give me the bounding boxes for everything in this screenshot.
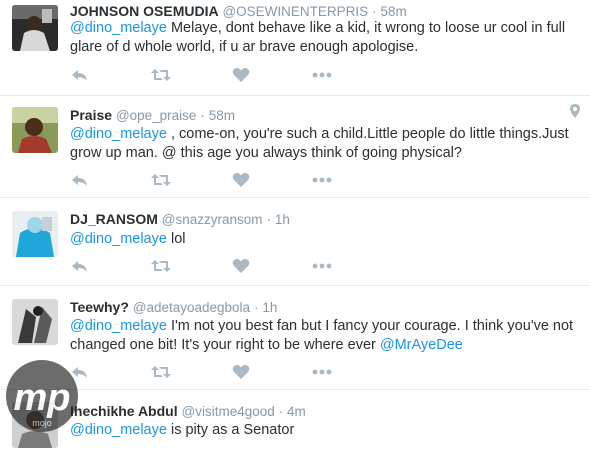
avatar-image (12, 211, 58, 257)
reply-button[interactable] (70, 64, 90, 86)
retweet-button[interactable] (150, 64, 172, 86)
avatar-image (12, 299, 58, 345)
more-button[interactable] (312, 64, 332, 86)
more-button[interactable] (312, 169, 332, 191)
tweet-time[interactable]: 1h (275, 212, 290, 227)
tweet-time[interactable]: 58m (209, 108, 235, 123)
tweet-header: Teewhy? @adetayoadegbola · 1h (70, 298, 277, 317)
retweet-icon (151, 366, 171, 378)
mention-link[interactable]: @dino_melaye (70, 231, 167, 247)
retweet-icon (151, 174, 171, 186)
reply-icon (72, 367, 87, 378)
more-button[interactable] (312, 361, 332, 383)
tweet-item[interactable]: DJ_RANSOM @snazzyransom · 1h @dino_melay… (0, 198, 590, 286)
tweet-header: Ihechikhe Abdul @visitme4good · 4m (70, 402, 306, 421)
separator: · (200, 108, 205, 123)
tweet-body: lol (166, 231, 186, 247)
more-icon (312, 369, 332, 375)
retweet-button[interactable] (150, 361, 172, 383)
tweet-text: @dino_melaye I'm not you best fan but I … (70, 317, 575, 355)
more-icon (312, 72, 332, 78)
user-name[interactable]: DJ_RANSOM (70, 211, 158, 227)
user-handle[interactable]: @ope_praise (116, 108, 197, 123)
mention-link[interactable]: @dino_melaye (70, 422, 167, 438)
user-handle[interactable]: @OSEWINENTERPRIS (222, 4, 368, 19)
avatar[interactable] (12, 211, 58, 257)
tweet-text: @dino_melaye Melaye, dont behave like a … (70, 19, 575, 57)
user-handle[interactable]: @adetayoadegbola (133, 300, 250, 315)
mention-link[interactable]: @dino_melaye (70, 126, 167, 142)
location-icon[interactable] (570, 104, 580, 118)
tweet-text: @dino_melaye , come-on, you're such a ch… (70, 125, 575, 163)
user-name[interactable]: JOHNSON OSEMUDIA (70, 3, 219, 19)
separator: · (253, 300, 259, 315)
avatar-image (12, 5, 58, 51)
tweet-item[interactable]: Ihechikhe Abdul @visitme4good · 4m @dino… (0, 390, 590, 452)
retweet-button[interactable] (150, 255, 172, 277)
reply-icon (72, 70, 87, 81)
tweet-text: @dino_melaye lol (70, 230, 575, 249)
avatar[interactable] (12, 299, 58, 345)
avatar[interactable] (12, 107, 58, 153)
user-name[interactable]: Ihechikhe Abdul (70, 403, 178, 419)
retweet-icon (151, 260, 171, 272)
avatar[interactable] (12, 402, 58, 448)
user-name[interactable]: Praise (70, 107, 112, 123)
heart-icon (232, 68, 250, 82)
reply-button[interactable] (70, 255, 90, 277)
tweet-text: @dino_melaye is pity as a Senator (70, 421, 575, 440)
like-button[interactable] (232, 255, 250, 277)
reply-icon (72, 175, 87, 186)
mention-link[interactable]: @MrAyeDee (380, 337, 463, 353)
tweet-time[interactable]: 58m (380, 4, 406, 19)
user-handle[interactable]: @snazzyransom (162, 212, 263, 227)
user-handle[interactable]: @visitme4good (182, 404, 275, 419)
avatar[interactable] (12, 5, 58, 51)
tweet-item[interactable]: JOHNSON OSEMUDIA @OSEWINENTERPRIS · 58m … (0, 0, 590, 96)
reply-button[interactable] (70, 361, 90, 383)
tweet-item[interactable]: Teewhy? @adetayoadegbola · 1h @dino_mela… (0, 286, 590, 390)
retweet-button[interactable] (150, 169, 172, 191)
heart-icon (232, 173, 250, 187)
separator: · (278, 404, 284, 419)
heart-icon (232, 365, 250, 379)
like-button[interactable] (232, 64, 250, 86)
separator: · (266, 212, 271, 227)
reply-icon (72, 261, 87, 272)
more-button[interactable] (312, 255, 332, 277)
mention-link[interactable]: @dino_melaye (70, 20, 167, 36)
like-button[interactable] (232, 361, 250, 383)
avatar-image (12, 107, 58, 153)
tweet-time[interactable]: 4m (287, 404, 306, 419)
heart-icon (232, 259, 250, 273)
user-name[interactable]: Teewhy? (70, 299, 129, 315)
avatar-image (12, 402, 58, 448)
separator: · (372, 4, 377, 19)
more-icon (312, 263, 332, 269)
tweet-time[interactable]: 1h (262, 300, 277, 315)
mention-link[interactable]: @dino_melaye (70, 318, 167, 334)
tweet-header: DJ_RANSOM @snazzyransom · 1h (70, 210, 290, 229)
like-button[interactable] (232, 169, 250, 191)
tweet-body: is pity as a Senator (166, 422, 295, 438)
retweet-icon (151, 69, 171, 81)
more-icon (312, 177, 332, 183)
reply-button[interactable] (70, 169, 90, 191)
tweet-header: Praise @ope_praise · 58m (70, 106, 235, 125)
tweet-item[interactable]: Praise @ope_praise · 58m @dino_melaye , … (0, 96, 590, 198)
